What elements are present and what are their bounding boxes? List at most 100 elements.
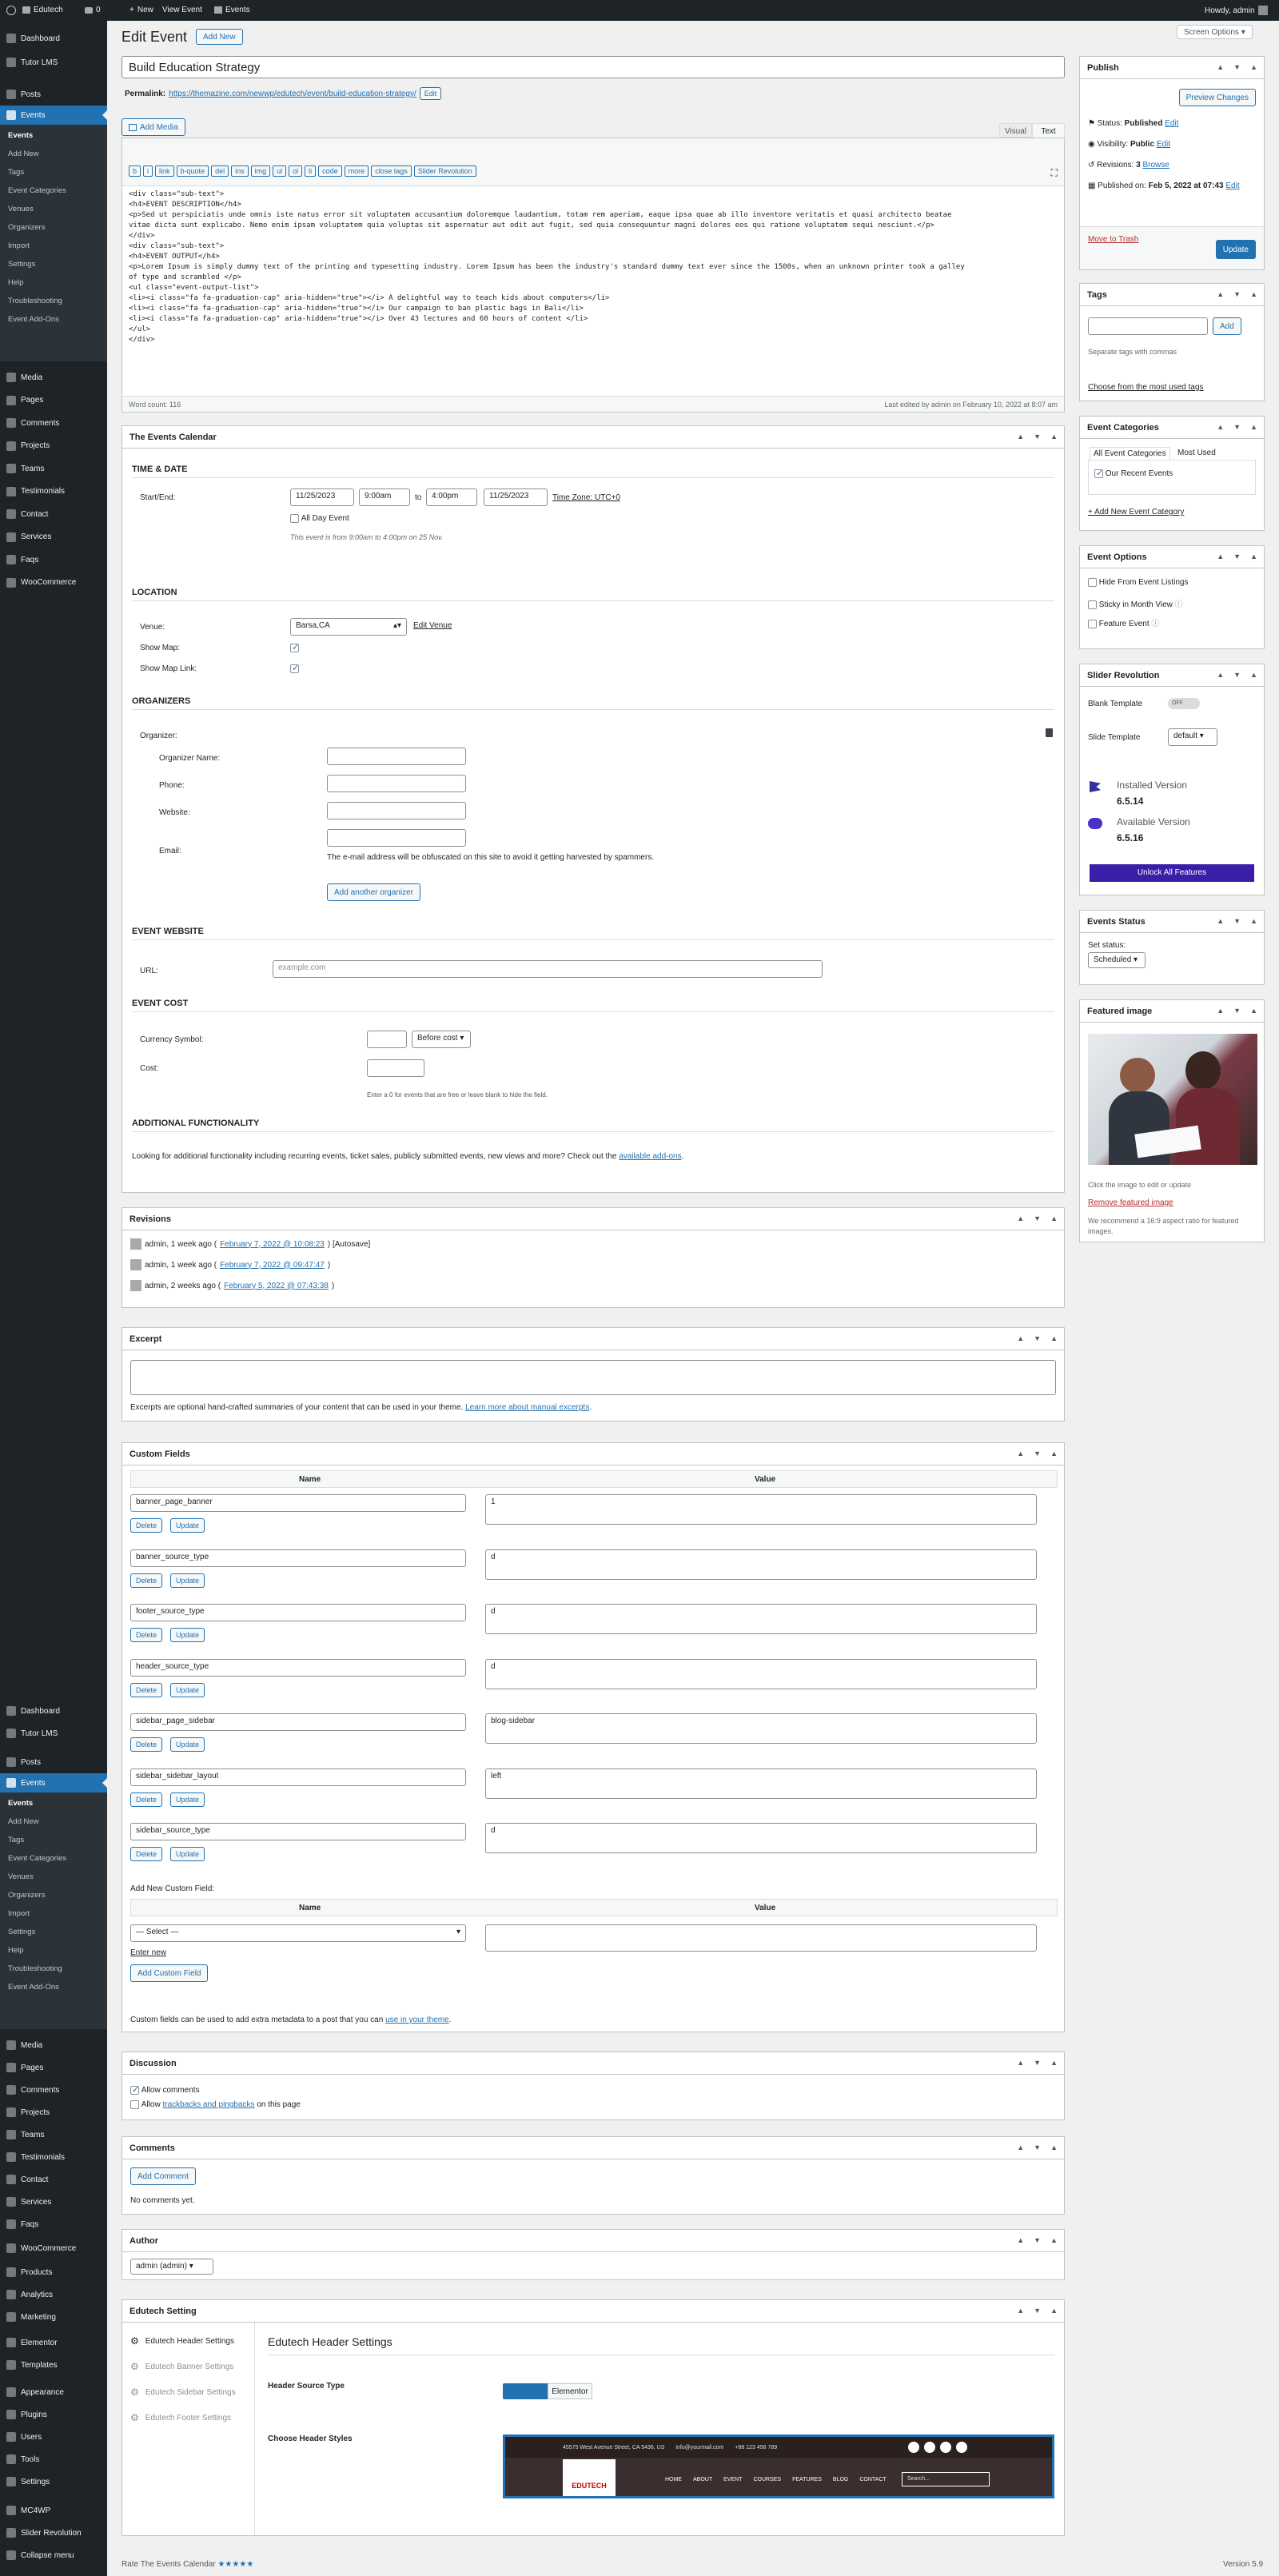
- submenu-import-2[interactable]: Import: [8, 1909, 30, 1918]
- excerpt-textarea[interactable]: [130, 1360, 1056, 1395]
- edutech-tab-0[interactable]: ⚙ Edutech Header Settings: [130, 2335, 234, 2347]
- source-type-toggle-elementor[interactable]: Elementor: [548, 2383, 592, 2399]
- move-down-icon[interactable]: ▼: [1034, 2307, 1041, 2315]
- menu-faqs[interactable]: Faqs: [0, 550, 107, 569]
- site-name-link[interactable]: Edutech: [22, 6, 63, 14]
- permalink-url[interactable]: https://themazine.com/newwp/edutech/even…: [169, 90, 416, 98]
- move-up-icon[interactable]: ▲: [1017, 2059, 1024, 2067]
- qt-b-quote-button[interactable]: b-quote: [176, 165, 209, 177]
- trackbacks-link[interactable]: trackbacks and pingbacks: [162, 2100, 254, 2109]
- new-content-link[interactable]: + New: [129, 6, 153, 14]
- venue-select[interactable]: Barsa,CA ▴▾: [290, 618, 407, 636]
- submenu-tags[interactable]: Tags: [8, 168, 24, 177]
- menu-woocommerce-2[interactable]: WooCommerce: [0, 2239, 107, 2258]
- help-icon[interactable]: ⓘ: [1151, 620, 1159, 628]
- toggle-icon[interactable]: ▲: [1050, 2059, 1058, 2067]
- submenu-tags-2[interactable]: Tags: [8, 1836, 24, 1844]
- custom-field-key-input[interactable]: banner_source_type: [130, 1549, 466, 1567]
- menu-posts[interactable]: Posts: [0, 85, 107, 104]
- event-status-select[interactable]: Scheduled ▾: [1088, 952, 1146, 968]
- menu-pages-2[interactable]: Pages: [0, 2058, 107, 2077]
- menu-contact-2[interactable]: Contact: [0, 2170, 107, 2189]
- move-up-icon[interactable]: ▲: [1217, 63, 1224, 71]
- menu-testimonials[interactable]: Testimonials: [0, 482, 107, 501]
- toggle-icon[interactable]: ▲: [1250, 917, 1257, 925]
- move-up-icon[interactable]: ▲: [1217, 917, 1224, 925]
- feature-event-checkbox[interactable]: Feature Event ⓘ: [1088, 616, 1159, 628]
- custom-field-key-input[interactable]: sidebar_page_sidebar: [130, 1713, 466, 1731]
- toggle-icon[interactable]: ▲: [1050, 2236, 1058, 2244]
- custom-field-update-button[interactable]: Update: [170, 1518, 205, 1533]
- custom-field-value-textarea[interactable]: d: [485, 1604, 1037, 1634]
- view-event-link[interactable]: View Event: [162, 6, 202, 14]
- move-up-icon[interactable]: ▲: [1217, 552, 1224, 560]
- custom-field-key-input[interactable]: banner_page_banner: [130, 1494, 466, 1512]
- qt-ins-button[interactable]: ins: [231, 165, 249, 177]
- move-down-icon[interactable]: ▼: [1034, 433, 1041, 441]
- move-up-icon[interactable]: ▲: [1017, 1334, 1024, 1342]
- submenu-help[interactable]: Help: [8, 278, 24, 287]
- add-custom-field-button[interactable]: Add Custom Field: [130, 1964, 209, 1982]
- custom-field-key-input[interactable]: sidebar_sidebar_layout: [130, 1768, 466, 1786]
- edutech-tab-2[interactable]: ⚙ Edutech Sidebar Settings: [130, 2387, 236, 2398]
- menu-slider-revolution-2[interactable]: Slider Revolution: [0, 2523, 107, 2542]
- header-style-preview[interactable]: 45575 West Avenue Street, CA 5436, US inf…: [503, 2434, 1054, 2498]
- add-media-button[interactable]: Add Media: [122, 118, 185, 136]
- editor-content[interactable]: <div class="sub-text"> <h4>EVENT DESCRIP…: [129, 189, 965, 345]
- add-comment-button[interactable]: Add Comment: [130, 2167, 196, 2185]
- revision-link[interactable]: February 7, 2022 @ 09:47:47: [220, 1261, 325, 1270]
- menu-tools-2[interactable]: Tools: [0, 2450, 107, 2469]
- preview-changes-button[interactable]: Preview Changes: [1178, 89, 1256, 106]
- submenu-add-new-2[interactable]: Add New: [8, 1817, 39, 1826]
- enter-new-link[interactable]: Enter new: [130, 1948, 166, 1957]
- move-down-icon[interactable]: ▼: [1034, 2143, 1041, 2151]
- menu-comments[interactable]: Comments: [0, 413, 107, 433]
- menu-collapse-menu-2[interactable]: Collapse menu: [0, 2546, 107, 2565]
- custom-field-update-button[interactable]: Update: [170, 1628, 205, 1642]
- submenu-settings-2[interactable]: Settings: [8, 1928, 35, 1936]
- unlock-all-features-button[interactable]: Unlock All Features: [1090, 864, 1254, 882]
- move-down-icon[interactable]: ▼: [1034, 1214, 1041, 1222]
- custom-field-key-input[interactable]: footer_source_type: [130, 1604, 466, 1621]
- custom-field-value-textarea[interactable]: d: [485, 1658, 1037, 1689]
- custom-field-value-textarea[interactable]: [485, 1924, 1037, 1952]
- tab-most-used[interactable]: Most Used: [1177, 449, 1216, 457]
- toggle-icon[interactable]: ▲: [1250, 1007, 1257, 1015]
- start-date-input[interactable]: 11/25/2023: [290, 488, 354, 506]
- menu-products-2[interactable]: Products: [0, 2263, 107, 2282]
- custom-field-delete-button[interactable]: Delete: [130, 1847, 163, 1861]
- custom-field-delete-button[interactable]: Delete: [130, 1682, 163, 1697]
- move-down-icon[interactable]: ▼: [1034, 2236, 1041, 2244]
- start-time-input[interactable]: 9:00am: [359, 488, 410, 506]
- menu-media[interactable]: Media: [0, 368, 107, 387]
- qt-more-button[interactable]: more: [344, 165, 369, 177]
- toggle-icon[interactable]: ▲: [1250, 63, 1257, 71]
- browse-revisions-link[interactable]: Browse: [1142, 161, 1169, 169]
- move-up-icon[interactable]: ▲: [1017, 2307, 1024, 2315]
- custom-field-value-textarea[interactable]: blog-sidebar: [485, 1713, 1037, 1744]
- show-map-link-checkbox[interactable]: [290, 663, 299, 673]
- move-up-icon[interactable]: ▲: [1017, 1449, 1024, 1457]
- submenu-event-add-ons[interactable]: Event Add-Ons: [8, 315, 59, 324]
- fullscreen-icon[interactable]: ⛶: [1051, 167, 1058, 179]
- tab-text[interactable]: Text: [1032, 123, 1065, 138]
- custom-field-value-textarea[interactable]: 1: [485, 1494, 1037, 1525]
- custom-field-delete-button[interactable]: Delete: [130, 1628, 163, 1642]
- submenu-troubleshooting-2[interactable]: Troubleshooting: [8, 1964, 62, 1973]
- status-edit-link[interactable]: Edit: [1165, 119, 1178, 128]
- howdy-user[interactable]: Howdy, admin: [1205, 6, 1268, 15]
- help-icon[interactable]: ⓘ: [1175, 600, 1183, 609]
- comments-link[interactable]: 0: [85, 6, 101, 14]
- move-up-icon[interactable]: ▲: [1217, 423, 1224, 431]
- author-select[interactable]: admin (admin) ▾: [130, 2259, 213, 2275]
- addons-link[interactable]: available add-ons: [619, 1152, 681, 1161]
- remove-featured-image-link[interactable]: Remove featured image: [1088, 1198, 1173, 1207]
- custom-field-update-button[interactable]: Update: [170, 1682, 205, 1697]
- submenu-organizers-2[interactable]: Organizers: [8, 1891, 45, 1900]
- tab-visual[interactable]: Visual: [999, 123, 1032, 138]
- menu-services-2[interactable]: Services: [0, 2192, 107, 2211]
- events-link[interactable]: Events: [214, 6, 250, 14]
- currency-input[interactable]: [367, 1031, 407, 1048]
- move-down-icon[interactable]: ▼: [1233, 552, 1241, 560]
- move-down-icon[interactable]: ▼: [1233, 63, 1241, 71]
